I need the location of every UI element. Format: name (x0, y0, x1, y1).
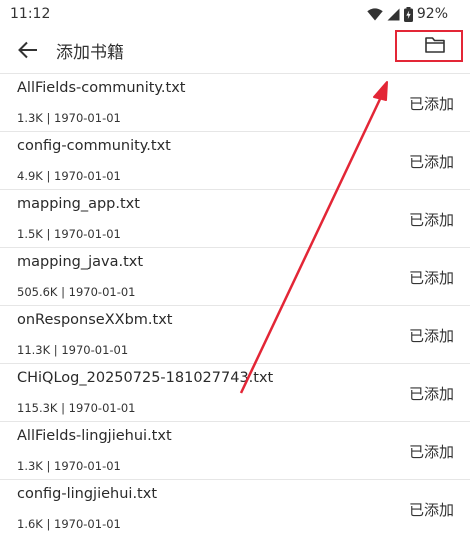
file-name: config-lingjiehui.txt (17, 486, 158, 502)
list-item[interactable]: AllFields-lingjiehui.txt 1.3K | 1970-01-… (0, 421, 470, 479)
list-item[interactable]: AllFields-community.txt 1.3K | 1970-01-0… (0, 73, 470, 131)
added-button[interactable]: 已添加 (409, 151, 454, 172)
added-button[interactable]: 已添加 (409, 499, 454, 520)
list-item[interactable]: mapping_java.txt 505.6K | 1970-01-01 已添加 (0, 247, 470, 305)
file-meta: 1.6K | 1970-01-01 (17, 517, 121, 531)
file-meta: 11.3K | 1970-01-01 (17, 343, 129, 357)
cell-signal-icon (387, 8, 400, 21)
list-item[interactable]: CHiQLog_20250725-181027743.txt 115.3K | … (0, 363, 470, 421)
file-meta: 505.6K | 1970-01-01 (17, 285, 136, 299)
file-list: AllFields-community.txt 1.3K | 1970-01-0… (0, 73, 470, 537)
file-name: mapping_java.txt (17, 254, 144, 270)
file-name: mapping_app.txt (17, 196, 140, 212)
status-icons: 92% (367, 6, 448, 22)
added-button[interactable]: 已添加 (409, 267, 454, 288)
status-time: 11:12 (10, 6, 51, 22)
file-name: AllFields-lingjiehui.txt (17, 428, 172, 444)
battery-percent: 92% (416, 6, 448, 22)
list-item[interactable]: config-community.txt 4.9K | 1970-01-01 已… (0, 131, 470, 189)
file-name: config-community.txt (17, 138, 171, 154)
app-bar: 添加书籍 (0, 28, 470, 72)
folder-icon[interactable] (413, 36, 445, 57)
list-item[interactable]: onResponseXXbm.txt 11.3K | 1970-01-01 已添… (0, 305, 470, 363)
wifi-icon (367, 7, 383, 21)
file-meta: 1.5K | 1970-01-01 (17, 227, 121, 241)
file-meta: 1.3K | 1970-01-01 (17, 111, 121, 125)
added-button[interactable]: 已添加 (409, 383, 454, 404)
file-name: onResponseXXbm.txt (17, 312, 173, 328)
folder-button[interactable] (395, 30, 463, 62)
added-button[interactable]: 已添加 (409, 93, 454, 114)
arrow-left-icon[interactable] (16, 38, 40, 62)
file-meta: 4.9K | 1970-01-01 (17, 169, 121, 183)
page-title: 添加书籍 (56, 42, 124, 63)
file-name: CHiQLog_20250725-181027743.txt (17, 370, 274, 386)
added-button[interactable]: 已添加 (409, 325, 454, 346)
added-button[interactable]: 已添加 (409, 209, 454, 230)
file-meta: 115.3K | 1970-01-01 (17, 401, 136, 415)
status-bar: 11:12 92% (0, 0, 470, 28)
file-name: AllFields-community.txt (17, 80, 186, 96)
battery-charging-icon (403, 6, 413, 22)
list-item[interactable]: config-lingjiehui.txt 1.6K | 1970-01-01 … (0, 479, 470, 537)
list-item[interactable]: mapping_app.txt 1.5K | 1970-01-01 已添加 (0, 189, 470, 247)
file-meta: 1.3K | 1970-01-01 (17, 459, 121, 473)
added-button[interactable]: 已添加 (409, 441, 454, 462)
